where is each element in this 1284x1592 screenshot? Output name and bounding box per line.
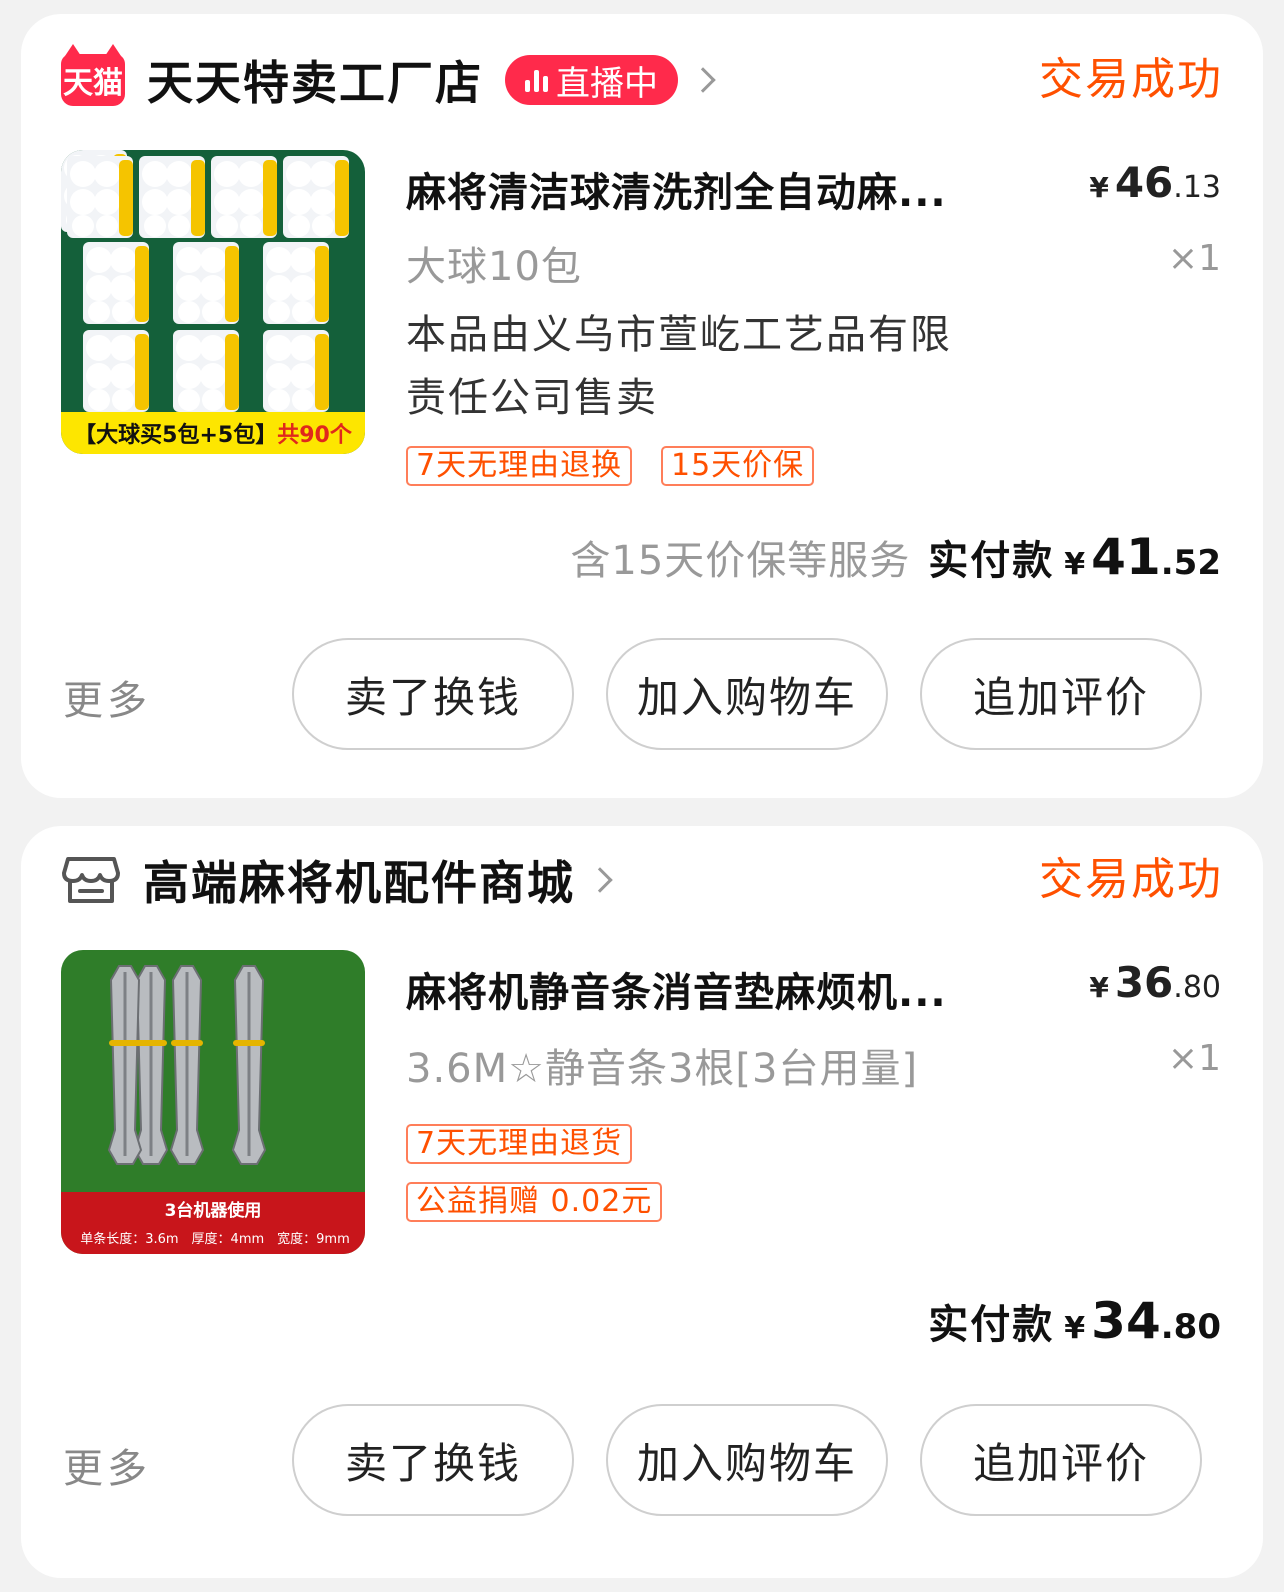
- order-status: 交易成功: [1039, 854, 1223, 905]
- product-spec: 大球10包: [406, 244, 582, 290]
- product-title[interactable]: 麻将清洁球清洗剂全自动麻...: [406, 160, 1046, 218]
- resell-button[interactable]: 卖了换钱: [292, 638, 574, 750]
- product-title[interactable]: 麻将机静音条消音垫麻烦机...: [406, 960, 1046, 1018]
- product-image[interactable]: 3台机器使用 单条长度：3.6m 厚度：4mm 宽度：9mm: [61, 950, 365, 1254]
- donation-tag: 公益捐赠 0.02元: [406, 1182, 663, 1222]
- product-price: ¥46.13: [1089, 158, 1221, 207]
- more-button[interactable]: 更多: [63, 668, 151, 726]
- image-caption: 3台机器使用: [164, 1201, 262, 1221]
- service-tag: 7天无理由退换: [406, 446, 633, 486]
- product-qty: ×1: [1167, 1038, 1221, 1079]
- product-image[interactable]: 【大球买5包+5包】 共90个: [61, 150, 365, 454]
- service-note: 含15天价保等服务: [570, 538, 911, 584]
- live-label: 直播中: [556, 63, 658, 104]
- shop-name[interactable]: 高端麻将机配件商城: [143, 847, 575, 913]
- shop-name[interactable]: 天天特卖工厂店: [147, 47, 483, 113]
- add-to-cart-button[interactable]: 加入购物车: [606, 638, 888, 750]
- shop-header[interactable]: 天猫 天天特卖工厂店 直播中 交易成功: [61, 44, 1223, 113]
- tmall-logo-icon: 天猫: [61, 44, 125, 106]
- paid-amount: 含15天价保等服务 实付款 ¥ 41.52: [570, 528, 1221, 586]
- product-price: ¥36.80: [1089, 958, 1221, 1007]
- live-bars-icon: [525, 68, 548, 92]
- order-card: 高端麻将机配件商城 交易成功 3台机器使用 单条长度：3.6m 厚度：4mm 宽…: [21, 826, 1263, 1578]
- product-spec: 3.6M☆静音条3根[3台用量]: [406, 1046, 919, 1092]
- order-card: 天猫 天天特卖工厂店 直播中 交易成功 【大球买5包+5包】 共90个 麻将清洁…: [21, 14, 1263, 798]
- paid-amount: 实付款 ¥ 34.80: [928, 1292, 1221, 1350]
- add-to-cart-button[interactable]: 加入购物车: [606, 1404, 888, 1516]
- shop-header[interactable]: 高端麻将机配件商城 交易成功: [61, 848, 1223, 912]
- product-image-graphic: [61, 150, 365, 454]
- add-review-button[interactable]: 追加评价: [920, 638, 1202, 750]
- service-tag: 15天价保: [661, 446, 815, 486]
- store-icon: [61, 853, 121, 907]
- image-caption: 【大球买5包+5包】 共90个: [74, 423, 352, 448]
- image-spec: 单条长度：3.6m 厚度：4mm 宽度：9mm: [80, 1232, 350, 1247]
- chevron-right-icon[interactable]: [690, 67, 716, 93]
- more-button[interactable]: 更多: [63, 1436, 151, 1494]
- order-status: 交易成功: [1039, 54, 1223, 105]
- resell-button[interactable]: 卖了换钱: [292, 1404, 574, 1516]
- service-tag: 7天无理由退货: [406, 1124, 633, 1164]
- chevron-right-icon[interactable]: [587, 867, 613, 893]
- live-badge[interactable]: 直播中: [505, 55, 678, 105]
- add-review-button[interactable]: 追加评价: [920, 1404, 1202, 1516]
- seller-note: 本品由义乌市萱屹工艺品有限 责任公司售卖: [406, 312, 952, 421]
- product-qty: ×1: [1167, 238, 1221, 279]
